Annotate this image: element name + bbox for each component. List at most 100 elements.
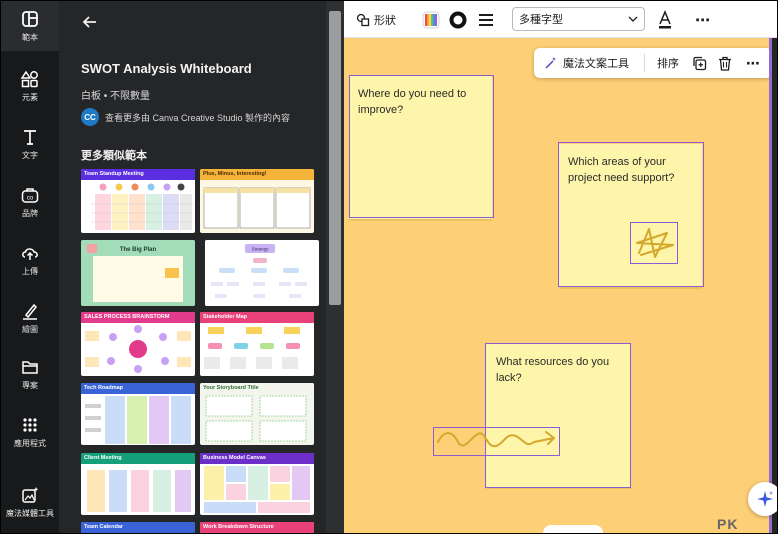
shapes-button[interactable]: 形狀: [356, 1, 396, 38]
floating-context-toolbar: 魔法文案工具 排序 ⋯: [534, 48, 772, 78]
tech-roadmap-preview: [85, 396, 191, 444]
team-standup-preview: [91, 183, 193, 230]
rail-label: 魔法媒體工具: [6, 509, 54, 518]
template-thumbnail[interactable]: The Big Plan: [81, 240, 195, 306]
template-thumb-title: The Big Plan: [120, 247, 157, 253]
folder-icon: [22, 361, 38, 374]
rail-item-text[interactable]: 文字: [1, 119, 59, 169]
similar-templates-heading: 更多類似範本: [81, 150, 147, 162]
template-thumbnail[interactable]: Team Standup Meeting: [81, 169, 195, 233]
text-color-button[interactable]: [657, 1, 673, 38]
star-doodle-icon[interactable]: [631, 223, 677, 263]
template-thumbnail[interactable]: Strategy: [205, 240, 319, 306]
watermark: PK: [717, 516, 739, 532]
template-thumb-title: SALES PROCESS BRAINSTORM: [81, 312, 195, 323]
strategy-preview: Strategy: [205, 240, 314, 306]
font-family-select[interactable]: 多種字型: [512, 7, 645, 31]
plus-minus-preview: [203, 187, 311, 229]
elements-icon: [20, 70, 38, 88]
app-window: 範本 元素 文字 co 品牌 上傳 繪圖 專案 應用程式 魔法媒體工具 SWOT…: [0, 0, 778, 534]
template-thumbnail[interactable]: Work Breakdown Structure: [200, 522, 314, 533]
magic-media-icon: [22, 487, 39, 503]
rail-item-templates[interactable]: 範本: [1, 1, 59, 51]
template-thumb-title: Team Calendar: [81, 522, 195, 533]
text-color-icon: [659, 9, 671, 28]
magic-wand-icon: [545, 57, 556, 69]
template-thumb-title: Work Breakdown Structure: [200, 522, 314, 533]
rail-item-apps[interactable]: 應用程式: [1, 407, 59, 457]
rail-label: 品牌: [22, 209, 38, 218]
shapes-icon: [356, 13, 370, 26]
template-thumbnail[interactable]: Your Storyboard Title: [200, 383, 314, 445]
circle-border-icon: [449, 11, 467, 28]
panel-scrollbar-thumb[interactable]: [329, 11, 341, 305]
template-thumb-title: Strategy: [252, 247, 270, 252]
template-thumb-title: Tech Roadmap: [81, 383, 195, 394]
delete-button[interactable]: [718, 48, 732, 78]
selection-outline: [349, 75, 494, 218]
stakeholder-map-preview: [204, 327, 300, 369]
rail-label: 元素: [22, 93, 38, 102]
selection-outline: [485, 343, 631, 488]
duplicate-icon: [693, 56, 707, 70]
rail-label: 專案: [22, 381, 38, 390]
creator-link[interactable]: CC 查看更多由 Canva Creative Studio 製作的內容: [81, 108, 290, 126]
sales-brainstorm-preview: [85, 325, 191, 373]
back-arrow-icon[interactable]: [81, 13, 99, 31]
template-thumb-title: Team Standup Meeting: [81, 169, 195, 180]
selection-outline: [558, 142, 704, 287]
template-thumbnail[interactable]: Client Meeting: [81, 453, 195, 515]
template-details-panel: SWOT Analysis Whiteboard 白板 • 不限數量 CC 查看…: [59, 1, 344, 533]
sparkle-icon: [757, 491, 773, 507]
magic-assistant-button[interactable]: [748, 482, 777, 516]
rail-label: 文字: [22, 151, 38, 160]
color-picker-button[interactable]: [422, 1, 440, 38]
canvas-right-edge: [772, 38, 777, 533]
magic-text-button[interactable]: 魔法文案工具: [544, 48, 629, 78]
editor-toolbar: 形狀 多種字型 ⋯: [344, 1, 777, 38]
line-weight-button[interactable]: [478, 1, 494, 38]
rail-label: 應用程式: [14, 439, 46, 448]
rail-item-magic-media[interactable]: 魔法媒體工具: [1, 477, 59, 527]
rail-item-projects[interactable]: 專案: [1, 349, 59, 399]
arrange-button[interactable]: 排序: [657, 48, 679, 78]
divider: [644, 54, 645, 72]
duplicate-button[interactable]: [692, 48, 707, 78]
rail-item-draw[interactable]: 繪圖: [1, 293, 59, 343]
template-thumbnail[interactable]: Tech Roadmap: [81, 383, 195, 445]
font-family-value: 多種字型: [519, 14, 563, 26]
whiteboard-canvas[interactable]: 魔法文案工具 排序 ⋯ Where do you need to improve…: [344, 38, 777, 533]
squiggle-arrow-doodle-icon[interactable]: [434, 428, 559, 455]
template-thumb-title: Plus, Minus, Interesting!: [200, 169, 314, 180]
creator-avatar: CC: [81, 108, 99, 126]
draw-icon: [23, 303, 38, 320]
template-thumbnail[interactable]: Business Model Canvas: [200, 453, 314, 515]
template-icon: [22, 11, 38, 27]
template-thumbnail[interactable]: Stakeholder Map: [200, 312, 314, 376]
rail-item-elements[interactable]: 元素: [1, 61, 59, 111]
more-options-button[interactable]: ⋯: [695, 1, 710, 38]
rail-label: 上傳: [22, 267, 38, 276]
template-thumbnail[interactable]: SALES PROCESS BRAINSTORM: [81, 312, 195, 376]
trash-icon: [719, 56, 731, 71]
shapes-label: 形狀: [374, 14, 396, 27]
rainbow-color-icon: [422, 11, 440, 28]
brand-icon: co: [21, 188, 39, 203]
template-subtitle: 白板 • 不限數量: [81, 91, 151, 102]
rail-item-brand[interactable]: co 品牌: [1, 177, 59, 227]
svg-text:co: co: [27, 196, 34, 202]
rail-item-upload[interactable]: 上傳: [1, 235, 59, 285]
chevron-down-icon: [628, 16, 638, 22]
template-thumbnail[interactable]: Team Calendar: [81, 522, 195, 533]
rail-label: 繪圖: [22, 325, 38, 334]
more-actions-button[interactable]: ⋯: [746, 48, 760, 78]
storyboard-preview: [205, 395, 307, 442]
border-style-button[interactable]: [448, 1, 468, 38]
page-navigator-pill[interactable]: [543, 525, 603, 533]
template-thumb-title: Client Meeting: [81, 453, 195, 464]
text-icon: [24, 130, 36, 145]
creator-text: 查看更多由 Canva Creative Studio 製作的內容: [105, 112, 291, 123]
template-thumbnail[interactable]: Plus, Minus, Interesting!: [200, 169, 314, 233]
template-thumb-title: Stakeholder Map: [200, 312, 314, 323]
template-title: SWOT Analysis Whiteboard: [81, 61, 252, 76]
